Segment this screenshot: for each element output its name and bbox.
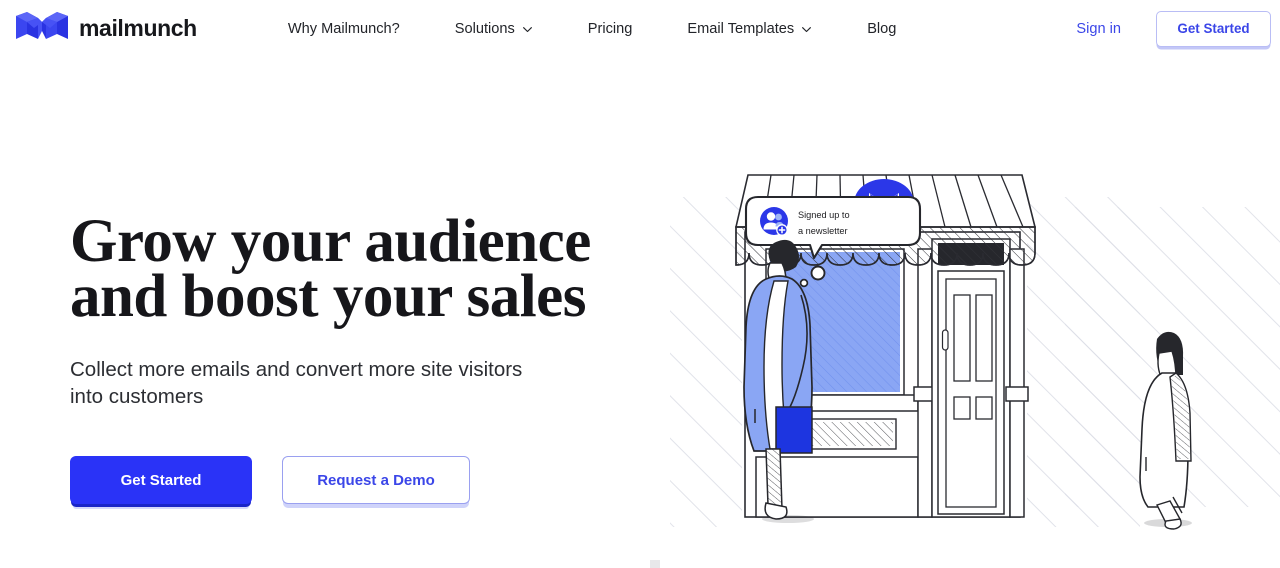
hero-request-demo-button[interactable]: Request a Demo (282, 456, 470, 504)
nav-item-blog[interactable]: Blog (867, 15, 896, 43)
storefront-shopper-illustration: Signed up to a newsletter (670, 57, 1280, 536)
bubble-line-2: a newsletter (798, 226, 848, 236)
hero-get-started-button[interactable]: Get Started (70, 456, 252, 504)
nav-item-solutions[interactable]: Solutions (455, 15, 533, 43)
main-navigation: Why Mailmunch? Solutions Pricing Email T… (288, 15, 897, 43)
bubble-line-1: Signed up to (798, 210, 850, 220)
hero-subtitle: Collect more emails and convert more sit… (70, 358, 523, 408)
nav-item-label: Why Mailmunch? (287, 20, 400, 37)
nav-item-label: Blog (867, 20, 897, 37)
sign-in-link[interactable]: Sign in (1076, 21, 1121, 37)
page-title: Grow your audience and boost your sales (70, 208, 591, 330)
nav-item-pricing[interactable]: Pricing (588, 15, 633, 43)
chevron-down-icon (801, 24, 812, 35)
stray-artifact (650, 560, 660, 568)
brand-name: mailmunch (79, 15, 197, 41)
brand-logo-link[interactable]: mailmunch (14, 10, 197, 47)
mailmunch-m-logo-icon (14, 10, 70, 47)
site-header: mailmunch Why Mailmunch? Solutions Prici… (0, 0, 1280, 57)
hero-section: Grow your audience and boost your sales … (0, 57, 1280, 568)
header-actions: Sign in Get Started (1076, 10, 1271, 47)
nav-item-label: Email Templates (687, 20, 795, 37)
nav-item-email-templates[interactable]: Email Templates (687, 15, 812, 43)
nav-item-label: Solutions (454, 20, 515, 37)
chevron-down-icon (522, 24, 533, 35)
hero-cta-group: Get Started Request a Demo (70, 410, 610, 504)
nav-item-label: Pricing (587, 20, 633, 37)
nav-item-why-mailmunch[interactable]: Why Mailmunch? (288, 15, 400, 43)
header-get-started-button[interactable]: Get Started (1156, 10, 1271, 47)
hero-copy: Grow your audience and boost your sales … (70, 208, 610, 504)
